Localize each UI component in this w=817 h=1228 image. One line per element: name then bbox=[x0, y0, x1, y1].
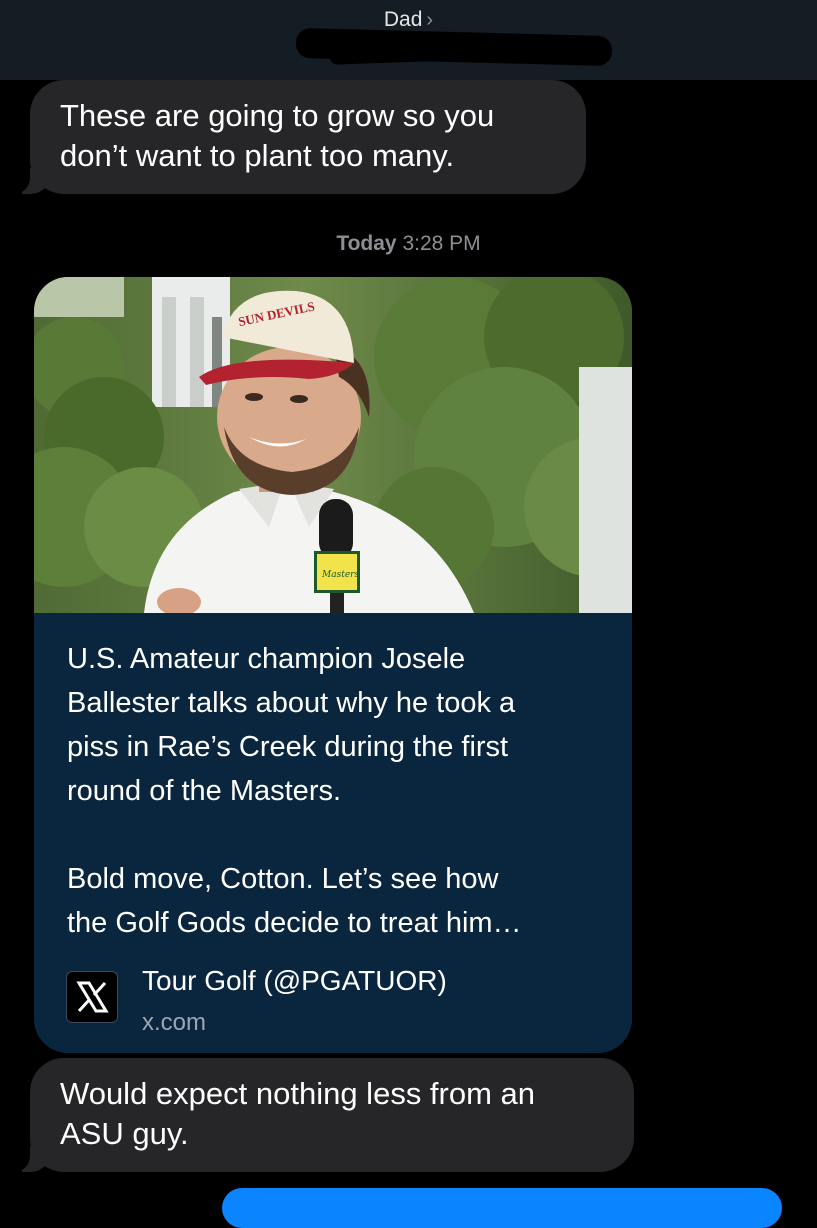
message-text: Would expect nothing less from an ASU gu… bbox=[60, 1076, 536, 1151]
incoming-message-bubble-2[interactable]: Would expect nothing less from an ASU gu… bbox=[8, 1058, 634, 1172]
link-preview-body: U.S. Amateur champion Josele Ballester t… bbox=[34, 613, 632, 1053]
timestamp-time: 3:28 PM bbox=[402, 232, 481, 255]
contact-name-button[interactable]: Dad › bbox=[0, 8, 817, 32]
link-preview-card[interactable]: SUN DEVILS Masters U.S. Amateur champion… bbox=[34, 277, 632, 1053]
source-title: Tour Golf (@PGATUOR) bbox=[142, 965, 447, 996]
conversation-header: Dad › bbox=[0, 0, 817, 80]
chevron-right-icon: › bbox=[426, 9, 434, 31]
tweet-text: U.S. Amateur champion Josele Ballester t… bbox=[67, 643, 522, 939]
timestamp-day: Today bbox=[336, 232, 397, 255]
incoming-message-bubble[interactable]: These are going to grow so you don’t wan… bbox=[8, 80, 586, 194]
svg-text:Masters: Masters bbox=[321, 570, 359, 580]
source-domain: x.com bbox=[142, 1009, 207, 1036]
x-logo-icon bbox=[66, 971, 118, 1023]
contact-name: Dad bbox=[383, 8, 423, 31]
outgoing-message-bubble[interactable] bbox=[222, 1188, 782, 1228]
message-timestamp: Today 3:28 PM bbox=[0, 232, 817, 256]
message-text: These are going to grow so you don’t wan… bbox=[60, 98, 495, 173]
link-preview-image: SUN DEVILS Masters bbox=[34, 277, 632, 613]
